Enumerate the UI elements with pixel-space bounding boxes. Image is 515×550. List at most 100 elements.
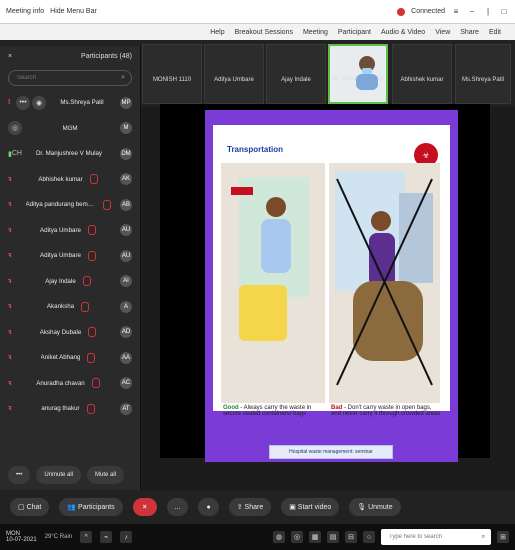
avatar: M xyxy=(120,122,132,135)
caption-bad-text: - Don't carry waste in open bags, and ne… xyxy=(331,405,441,417)
leave-button[interactable]: × xyxy=(132,498,157,516)
participants-list: ꝛ Abhishek kumar AK ꝛ Aditya pandurang bemb… xyxy=(0,167,140,422)
record-button[interactable]: ● xyxy=(198,498,219,516)
browser-icon[interactable]: ◎ xyxy=(291,531,303,543)
participant-row-host[interactable]: ! ••• ◉ Ms.Shreya Patil MP xyxy=(0,90,140,116)
chevron-up-icon[interactable]: ^ xyxy=(80,531,93,543)
thumbnail-3-video[interactable]: Dr. Mahadev Mulay xyxy=(328,44,388,104)
search-input[interactable] xyxy=(387,533,482,541)
search-input[interactable] xyxy=(15,74,122,82)
thumbnail-5[interactable]: Aditya Umbare xyxy=(204,44,264,104)
slide-footer-chip: Hospital waste management: seminar xyxy=(269,445,393,459)
participant-row[interactable]: ꝛ Aditya Umbare AU xyxy=(0,218,140,244)
participant-row[interactable]: ꝛ anurag thakur AT xyxy=(0,396,140,422)
unmute-all-button[interactable]: Unmute all xyxy=(36,466,81,484)
clock: MON 10-07-2021 xyxy=(6,531,37,543)
cortana-icon[interactable]: ○ xyxy=(363,531,375,543)
participant-row-mgm[interactable]: ◎ MGM M xyxy=(0,116,140,142)
title-right: Meeting info Hide Menu Bar xyxy=(6,8,97,15)
avatar: AC xyxy=(119,377,132,390)
thumbnail-2[interactable]: Abhishek kumar xyxy=(392,44,452,104)
participant-row[interactable]: ꝛ Aditya Umbare AU xyxy=(0,243,140,269)
mic-off-icon xyxy=(89,174,98,185)
mute-all-button[interactable]: Mute all xyxy=(87,466,125,484)
participant-name: Ms.Shreya Patil xyxy=(60,99,104,107)
mic-off-icon xyxy=(88,327,97,338)
taskbar-search[interactable]: ⌕ xyxy=(381,529,491,545)
meeting-info-link[interactable]: Meeting info xyxy=(6,8,44,15)
thumbnail-6[interactable]: MONISH 1110 xyxy=(142,44,202,104)
participant-name: Akshay Dubale xyxy=(39,328,82,336)
muted-icon: ꝛ xyxy=(8,175,12,183)
avatar: AU xyxy=(120,224,132,237)
title-bar: Meeting info Hide Menu Bar Connected ≡ −… xyxy=(0,0,515,24)
chat-icon: ▢ xyxy=(18,504,25,511)
files-icon[interactable]: ▤ xyxy=(327,531,339,543)
participant-name: Anuradha chavan xyxy=(36,379,85,387)
participant-row[interactable]: ꝛ Aniket Abhang AA xyxy=(0,345,140,371)
task-view-icon[interactable]: ⊟ xyxy=(345,531,357,543)
avatar: AB xyxy=(120,198,132,211)
avatar: AA xyxy=(119,351,132,364)
muted-icon: ꝛ xyxy=(8,201,12,209)
participant-row[interactable]: ꝛ Akshay Dubale AD xyxy=(0,320,140,346)
muted-icon: ꝛ xyxy=(8,226,12,234)
store-icon[interactable]: ▦ xyxy=(309,531,321,543)
muted-icon: ꝛ xyxy=(8,252,12,260)
caption-good: Good - Always carry the waste in secure … xyxy=(223,405,327,417)
title-left: Connected ≡ − | □ xyxy=(397,7,509,17)
participant-name: Aniket Abhang xyxy=(40,354,81,362)
maximize-button[interactable]: □ xyxy=(499,7,509,17)
participant-name: Aditya Umbare xyxy=(40,226,81,234)
thumbnail-4[interactable]: Ajay Indale xyxy=(266,44,326,104)
more-button[interactable]: ... xyxy=(166,498,189,516)
close-icon[interactable]: × xyxy=(8,53,12,60)
participants-button[interactable]: 👥 Participants xyxy=(59,498,123,516)
participants-title: Participants (48) xyxy=(81,52,132,60)
participant-row[interactable]: ꝛ Ajay Indale AI xyxy=(0,269,140,295)
participant-row[interactable]: ꝛ Anuradha chavan AC xyxy=(0,371,140,397)
participants-search[interactable]: ⌕ xyxy=(8,70,132,86)
participant-row-dr[interactable]: ▮ CH Dr. Manjushree V Mulay DM xyxy=(0,141,140,167)
share-button[interactable]: ⇪ Share xyxy=(228,498,272,516)
hide-menu-link[interactable]: Hide Menu Bar xyxy=(50,8,97,15)
video-icon[interactable]: ◉ xyxy=(32,95,46,110)
participant-name: anurag thakur xyxy=(41,405,80,413)
participant-row[interactable]: ꝛ Aditya pandurang bembar AB xyxy=(0,192,140,218)
mic-icon[interactable]: ◎ xyxy=(8,121,22,136)
menu-participant[interactable]: Participant xyxy=(338,29,371,36)
menu-help[interactable]: Help xyxy=(210,29,224,36)
menu-share[interactable]: Share xyxy=(460,29,479,36)
webex-icon[interactable]: ◍ xyxy=(273,531,285,543)
menu-view[interactable]: View xyxy=(435,29,450,36)
recording-icon xyxy=(397,7,406,16)
video-button[interactable]: ▣ Start video xyxy=(281,498,340,516)
more-icon[interactable]: ••• xyxy=(16,95,30,110)
good-transport-illustration xyxy=(221,163,325,403)
participant-row[interactable]: ꝛ Abhishek kumar AK xyxy=(0,167,140,193)
windows-start-icon[interactable]: ⊞ xyxy=(497,531,509,543)
avatar: AT xyxy=(120,402,132,415)
more-options-button[interactable]: ••• xyxy=(8,466,31,484)
menu-meeting[interactable]: Meeting xyxy=(303,29,328,36)
mic-off-icon xyxy=(86,403,95,414)
bad-transport-illustration xyxy=(329,163,440,403)
participants-panel: × Participants (48) ⌕ ! ••• ◉ Ms.Shreya … xyxy=(0,46,141,490)
taskbar-right: ◍ ◎ ▦ ▤ ⊟ ○ ⌕ ⊞ xyxy=(273,529,509,545)
search-icon: ⌕ xyxy=(121,74,125,81)
avatar: MP xyxy=(119,96,132,109)
volume-icon: ♪ xyxy=(120,531,133,543)
network-icon: ⌁ xyxy=(100,531,113,543)
participant-row[interactable]: ꝛ Akanksha A xyxy=(0,294,140,320)
minimize-button[interactable]: − xyxy=(467,7,477,17)
menu-audio-video[interactable]: Audio & Video xyxy=(381,29,425,36)
mute-button[interactable]: 🎙 Unmute xyxy=(349,498,401,516)
thumbnail-1[interactable]: Ms.Shreya Patil xyxy=(455,44,511,104)
menu-edit[interactable]: Edit xyxy=(489,29,501,36)
menu-icon[interactable]: ≡ xyxy=(451,7,461,17)
chat-button[interactable]: ▢ Chat xyxy=(10,498,50,516)
meeting-controls: ▢ Chat 👥 Participants × ... ● ⇪ Share ▣ … xyxy=(0,490,515,524)
menu-breakout[interactable]: Breakout Sessions xyxy=(235,29,293,36)
participant-name: Ajay Indale xyxy=(45,277,76,285)
shared-screen: ☣ Transportation Bad - Don't carry waste… xyxy=(160,104,490,462)
